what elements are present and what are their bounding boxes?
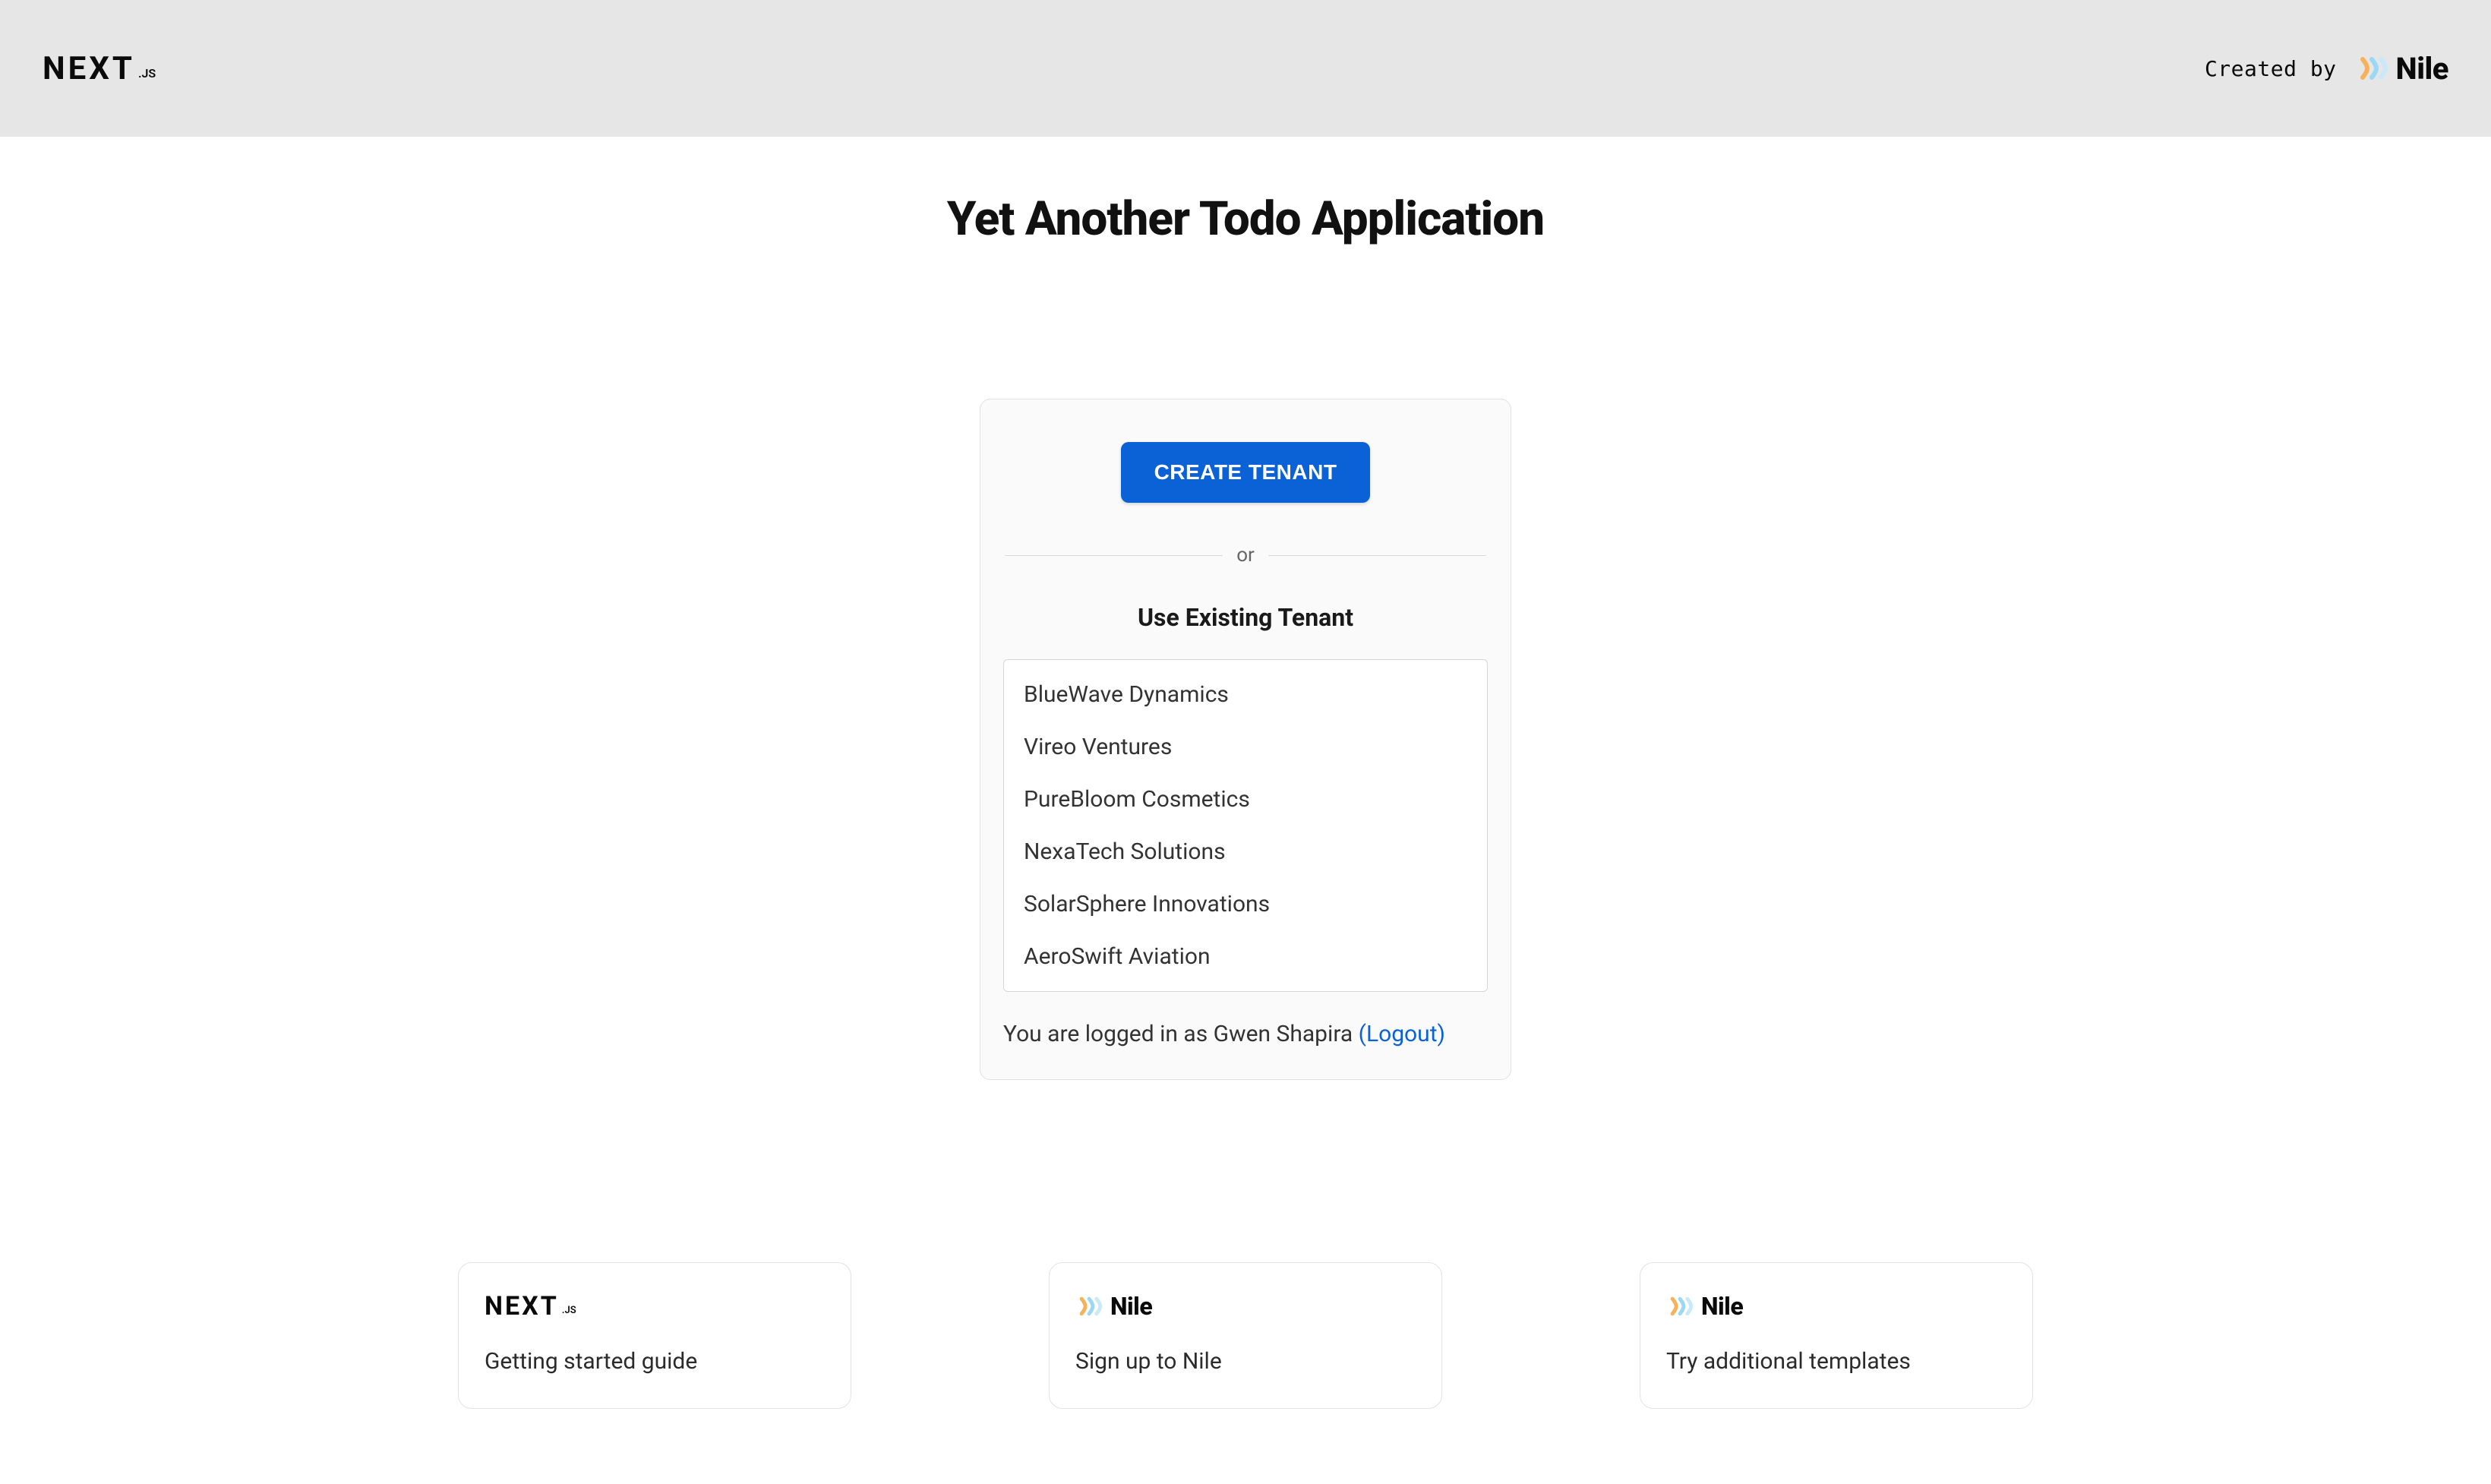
tenant-card-inner: CREATE TENANT or Use Existing Tenant Blu… — [1003, 442, 1488, 1047]
tenant-list: BlueWave Dynamics Vireo Ventures PureBlo… — [1003, 659, 1488, 992]
nile-logo-word: Nile — [1110, 1292, 1152, 1321]
nextjs-logo: NEXT .JS — [485, 1291, 576, 1321]
header-right: Created by Nile — [2205, 51, 2448, 87]
footer-card-caption: Try additional templates — [1666, 1348, 2006, 1375]
tenant-item[interactable]: SolarSphere Innovations — [1024, 891, 1467, 917]
footer-card-templates[interactable]: Nile Try additional templates — [1640, 1262, 2033, 1409]
nile-logo-icon — [1075, 1293, 1103, 1320]
logout-link[interactable]: (Logout) — [1359, 1021, 1445, 1047]
card-container: CREATE TENANT or Use Existing Tenant Blu… — [0, 399, 2491, 1080]
use-existing-heading: Use Existing Tenant — [1138, 603, 1353, 632]
footer-cards-row: NEXT .JS Getting started guide Nile Sign… — [0, 1262, 2491, 1409]
create-tenant-button[interactable]: CREATE TENANT — [1121, 442, 1371, 503]
nextjs-logo-word: NEXT — [485, 1291, 559, 1321]
login-status-user: Gwen Shapira — [1214, 1021, 1353, 1047]
divider-row: or — [1003, 544, 1488, 567]
footer-card-caption: Sign up to Nile — [1075, 1348, 1416, 1375]
footer-card-logo: Nile — [1666, 1286, 2006, 1327]
login-status-row: You are logged in as Gwen Shapira (Logou… — [1003, 1021, 1488, 1047]
nile-logo: Nile — [1075, 1292, 1152, 1321]
nile-logo-word: Nile — [1701, 1292, 1743, 1321]
footer-card-logo: NEXT .JS — [485, 1286, 825, 1327]
divider-label: or — [1236, 544, 1255, 567]
nextjs-logo-suffix: .JS — [562, 1305, 576, 1316]
nextjs-logo: NEXT .JS — [43, 50, 156, 87]
tenant-item[interactable]: BlueWave Dynamics — [1024, 681, 1467, 708]
nile-logo: Nile — [2355, 51, 2448, 87]
footer-card-logo: Nile — [1075, 1286, 1416, 1327]
tenant-item[interactable]: AeroSwift Aviation — [1024, 943, 1467, 970]
created-by-label: Created by — [2205, 56, 2337, 81]
nile-logo-icon — [2355, 52, 2388, 85]
nextjs-logo-suffix: .JS — [138, 66, 156, 81]
tenant-item[interactable]: NexaTech Solutions — [1024, 838, 1467, 865]
nextjs-logo-word: NEXT — [43, 50, 135, 87]
tenant-item[interactable]: PureBloom Cosmetics — [1024, 786, 1467, 813]
page-title: Yet Another Todo Application — [0, 191, 2491, 247]
nile-logo: Nile — [1666, 1292, 1743, 1321]
footer-card-signup-nile[interactable]: Nile Sign up to Nile — [1049, 1262, 1442, 1409]
footer-card-caption: Getting started guide — [485, 1348, 825, 1375]
tenant-card: CREATE TENANT or Use Existing Tenant Blu… — [980, 399, 1511, 1080]
divider-line-right — [1268, 555, 1486, 556]
login-status-prefix: You are logged in as — [1003, 1021, 1214, 1047]
nile-logo-icon — [1666, 1293, 1694, 1320]
header-left: NEXT .JS — [43, 50, 156, 87]
tenant-item[interactable]: Vireo Ventures — [1024, 734, 1467, 760]
top-header: NEXT .JS Created by Nile — [0, 0, 2491, 137]
nile-logo-word: Nile — [2396, 51, 2448, 87]
footer-card-getting-started[interactable]: NEXT .JS Getting started guide — [458, 1262, 851, 1409]
divider-line-left — [1005, 555, 1223, 556]
